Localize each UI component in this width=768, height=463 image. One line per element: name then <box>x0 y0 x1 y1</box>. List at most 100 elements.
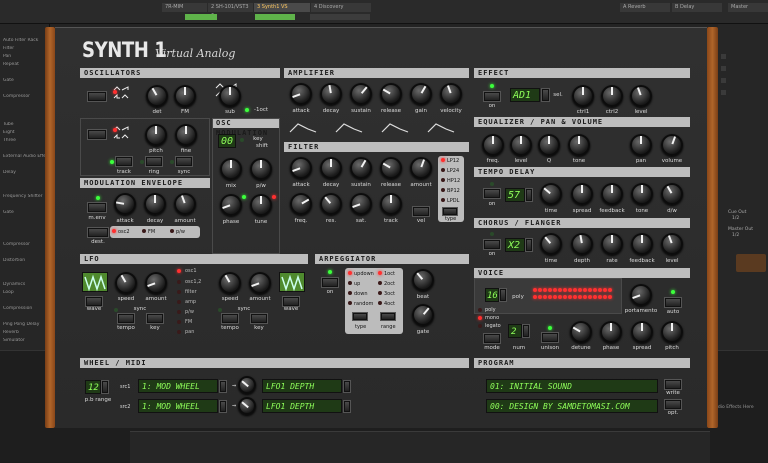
browser-item[interactable]: Compressor <box>3 242 49 247</box>
flt-res-knob[interactable] <box>320 193 342 215</box>
arp-type-down[interactable]: down <box>348 291 368 297</box>
browser-item[interactable]: Simulator <box>3 338 49 343</box>
delay-time-knob[interactable] <box>540 183 562 205</box>
amp-release-knob[interactable] <box>380 83 402 105</box>
sub-oct-label[interactable]: -1oct <box>254 107 268 113</box>
arp-type-random[interactable]: random <box>348 301 373 307</box>
voice-num-button[interactable] <box>523 325 529 337</box>
voice-mode-poly-led[interactable] <box>478 308 482 312</box>
browser-item[interactable]: Three <box>3 138 49 143</box>
browser-item[interactable]: Repeat <box>3 62 49 67</box>
browser-item[interactable]: Gate <box>3 78 49 83</box>
src2-lcd[interactable]: 1: MOD WHEEL <box>138 399 218 413</box>
track-tab-4[interactable]: 4 Discovery <box>311 3 371 12</box>
effect-type-lcd[interactable]: AD1 <box>510 88 540 102</box>
arp-range-2oct[interactable]: 2oct <box>378 281 395 287</box>
amp-velocity-knob[interactable] <box>440 83 462 105</box>
delay-on-button[interactable] <box>484 189 500 198</box>
arp-range-1oct[interactable]: 1oct <box>378 271 395 277</box>
effect-on-button[interactable] <box>484 92 500 101</box>
lfo-dest-osc12-led[interactable] <box>177 280 181 284</box>
arp-beat-knob[interactable] <box>412 269 434 291</box>
portamento-knob[interactable] <box>630 284 652 306</box>
mixer-slot[interactable] <box>721 78 726 83</box>
browser-item[interactable]: Gate <box>3 210 49 215</box>
chorus-on-button[interactable] <box>484 240 500 249</box>
voice-mode-legato-led[interactable] <box>478 324 482 328</box>
lfo1-tempo-button[interactable] <box>118 314 134 323</box>
browser-item[interactable]: Reverb <box>3 330 49 335</box>
flt-freq-knob[interactable] <box>290 193 312 215</box>
voice-mode-mono-led[interactable] <box>478 316 482 320</box>
ring-button[interactable] <box>146 157 162 166</box>
voice-phase-knob[interactable] <box>600 321 622 343</box>
arp-on-button[interactable] <box>322 278 338 287</box>
lfo1-wave-display[interactable] <box>82 272 108 292</box>
osc-tune-knob[interactable] <box>250 194 272 216</box>
voice-num-lcd[interactable]: 2 <box>508 324 522 338</box>
menv-attack-knob[interactable] <box>114 193 136 215</box>
dst2-lcd[interactable]: LFO1 DEPTH <box>262 399 342 413</box>
osc-sub-knob[interactable] <box>219 85 241 107</box>
browser-item[interactable]: External Audio Effect <box>3 154 49 159</box>
effect-sel-button[interactable] <box>542 89 549 101</box>
browser-item[interactable]: Filter <box>3 46 49 51</box>
flt-track-knob[interactable] <box>380 193 402 215</box>
amp-decay-knob[interactable] <box>320 83 342 105</box>
browser-item[interactable]: Dynamics <box>3 282 49 287</box>
flt-amount-knob[interactable] <box>410 157 432 179</box>
osc2-wave-button[interactable] <box>88 130 106 139</box>
osc1-wave-button[interactable] <box>88 92 106 101</box>
arp-range-button[interactable] <box>381 313 395 320</box>
lfo2-speed-knob[interactable] <box>219 272 241 294</box>
menv-dest-button[interactable] <box>88 228 108 237</box>
voice-pitch-knob[interactable] <box>661 321 683 343</box>
osc-mix-knob[interactable] <box>220 158 242 180</box>
browser-item[interactable]: Auto Filter Rack <box>3 38 49 43</box>
delay-spread-knob[interactable] <box>571 183 593 205</box>
delay-sel-button[interactable] <box>526 189 532 201</box>
opt-button[interactable] <box>665 400 681 409</box>
effect-ctrl1-knob[interactable] <box>572 85 594 107</box>
src1-sel-button[interactable] <box>220 381 226 392</box>
osc-pitch-knob[interactable] <box>145 124 167 146</box>
flt-decay-knob[interactable] <box>320 157 342 179</box>
return-b[interactable]: B Delay <box>672 3 722 12</box>
lfo1-speed-knob[interactable] <box>115 272 137 294</box>
eq-q-knob[interactable] <box>538 134 560 156</box>
osc-phase-knob[interactable] <box>220 194 242 216</box>
track-tab-3[interactable]: 3 Synth1 VS <box>254 3 310 12</box>
sync-button[interactable] <box>176 157 192 166</box>
lfo-dest-filter-led[interactable] <box>177 290 181 294</box>
dest-osc2-option[interactable]: osc2 <box>112 229 130 235</box>
dest-pw-option[interactable]: p/w <box>170 229 185 235</box>
lfo-dest-amp-led[interactable] <box>177 300 181 304</box>
wheel1-amount-knob[interactable] <box>238 376 256 394</box>
flt-vel-button[interactable] <box>413 207 429 216</box>
track-tab-2[interactable]: 2 SH-101/VST3 6 <box>208 3 253 19</box>
browser-item[interactable]: Pan <box>3 54 49 59</box>
mixer-slot[interactable] <box>721 66 726 71</box>
delay-type-lcd[interactable]: 57 <box>505 188 525 202</box>
voice-poly-lcd[interactable]: 16 <box>485 288 499 302</box>
chorus-feedback-knob[interactable] <box>631 233 653 255</box>
track-button[interactable] <box>116 157 132 166</box>
osc-fm-knob[interactable] <box>174 85 196 107</box>
flt-sat-knob[interactable] <box>350 193 372 215</box>
amp-sustain-knob[interactable] <box>350 83 372 105</box>
mixer-fader[interactable] <box>736 254 766 272</box>
lfo-dest-pw-led[interactable] <box>177 310 181 314</box>
voice-poly-button[interactable] <box>500 289 506 301</box>
chorus-type-lcd[interactable]: X2 <box>505 238 525 252</box>
auto-button[interactable] <box>665 298 681 307</box>
effect-level-knob[interactable] <box>630 85 652 107</box>
osc-fine-knob[interactable] <box>175 124 197 146</box>
program-design-lcd[interactable]: 00: DESIGN BY SAMDETOMASI.COM <box>486 399 658 413</box>
clip-slot[interactable] <box>185 14 217 20</box>
eq-pan-knob[interactable] <box>630 134 652 156</box>
flt-attack-knob[interactable] <box>290 157 312 179</box>
wheel2-amount-knob[interactable] <box>238 397 256 415</box>
chorus-level-knob[interactable] <box>661 233 683 255</box>
clip-slot[interactable] <box>310 14 370 20</box>
lfo-dest-osc1-led[interactable] <box>177 269 181 273</box>
